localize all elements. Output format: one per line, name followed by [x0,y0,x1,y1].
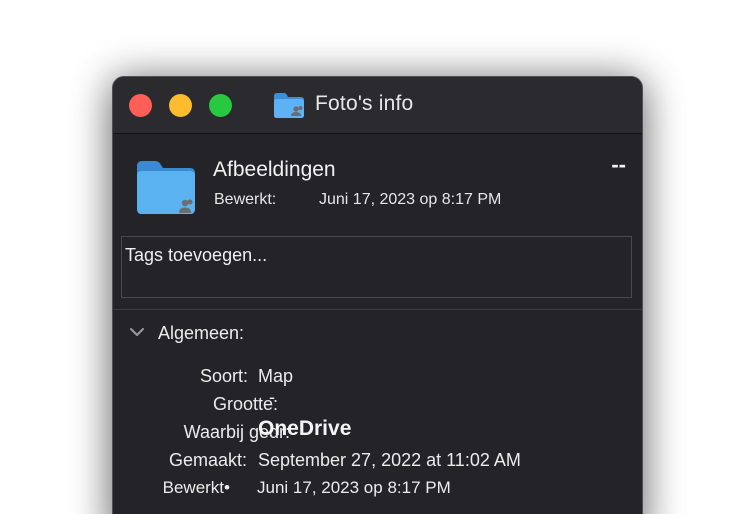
location-value: OneDrive [258,417,352,440]
general-section-label: Algemeen: [158,323,245,343]
kind-value: Map [258,366,294,386]
kind-label: Soort: [199,366,248,386]
modified-value: Juni 17, 2023 op 8:17 PM [319,191,502,208]
modified-row-label: Bewerkt• [162,478,230,497]
close-button[interactable] [129,94,152,117]
screenshot-stage: Foto's info Afbeeldingen -- Bewerkt: Jun… [0,0,754,514]
item-name: Afbeeldingen [213,158,336,181]
modified-label: Bewerkt: [214,191,277,208]
title-bar[interactable]: Foto's info [113,77,642,134]
tags-placeholder: Tags toevoegen... [125,245,268,265]
info-window: Foto's info Afbeeldingen -- Bewerkt: Jun… [112,76,643,514]
shared-folder-icon [274,93,304,118]
created-label: Gemaakt: [168,450,247,470]
shared-folder-icon [137,161,195,214]
zoom-button[interactable] [209,94,232,117]
created-value: September 27, 2022 at 11:02 AM [258,450,521,470]
tags-input[interactable]: Tags toevoegen... [121,236,632,298]
section-divider [113,309,642,310]
size-value: - [269,387,275,407]
window-title: Foto's info [315,92,414,115]
chevron-down-icon[interactable] [129,325,145,339]
minimize-button[interactable] [169,94,192,117]
info-header: Afbeeldingen -- Bewerkt: Juni 17, 2023 o… [113,134,642,310]
item-size: -- [611,152,626,177]
modified-row-value: Juni 17, 2023 op 8:17 PM [257,478,451,497]
